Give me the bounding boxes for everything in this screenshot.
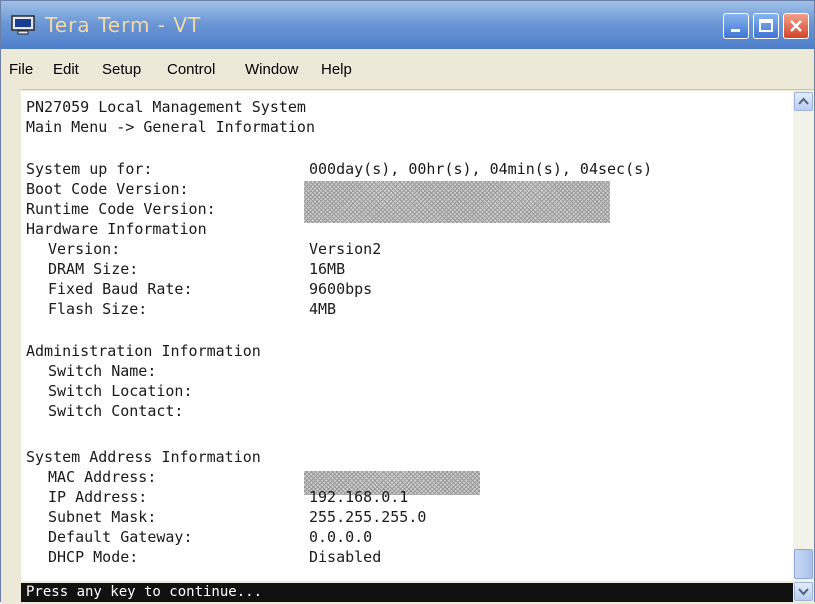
chevron-down-icon [798,588,809,596]
vertical-scrollbar[interactable] [793,91,814,602]
redacted-version-block [304,181,610,223]
minimize-icon [731,29,740,32]
scroll-down-button[interactable] [794,582,813,601]
dram-label: DRAM Size: [48,260,139,278]
menu-bar: File Edit Setup Control Window Help [1,49,814,90]
scroll-up-button[interactable] [794,92,813,111]
menu-edit[interactable]: Edit [53,61,79,78]
ip-address-label: IP Address: [48,488,148,506]
menu-setup[interactable]: Setup [102,61,141,78]
dhcp-mode-value: Disabled [309,548,382,566]
menu-file[interactable]: File [9,61,33,78]
menu-help[interactable]: Help [321,61,352,78]
title-bar[interactable]: Tera Term - VT [1,1,814,49]
window-frame-left [1,89,21,603]
hardware-heading: Hardware Information [26,220,207,238]
close-icon [790,20,802,32]
menu-control[interactable]: Control [167,61,215,78]
system-name: PN27059 Local Management System [26,98,306,116]
subnet-mask-value: 255.255.255.0 [309,508,427,526]
baud-rate-label: Fixed Baud Rate: [48,280,193,298]
default-gateway-label: Default Gateway: [48,528,193,546]
maximize-icon [759,19,773,32]
continue-prompt: Press any key to continue... [26,584,263,600]
runtime-code-label: Runtime Code Version: [26,200,216,218]
switch-location-label: Switch Location: [48,382,193,400]
dram-value: 16MB [309,260,346,278]
tera-term-window: Tera Term - VT File Edit Setup Control W… [0,0,815,603]
terminal-screen[interactable]: PN27059 Local Management System Main Men… [21,91,793,581]
close-button[interactable] [783,13,809,39]
switch-contact-label: Switch Contact: [48,402,184,420]
flash-size-value: 4MB [309,300,337,318]
baud-rate-value: 9600bps [309,280,373,298]
chevron-up-icon [798,97,809,105]
version-label: Version: [48,240,121,258]
default-gateway-value: 0.0.0.0 [309,528,373,546]
uptime-value: 000day(s), 00hr(s), 04min(s), 04sec(s) [309,160,653,178]
maximize-button[interactable] [753,13,779,39]
ip-address-value: 192.168.0.1 [309,488,409,506]
version-value: Version2 [309,240,382,258]
menu-window[interactable]: Window [245,61,298,78]
admin-heading: Administration Information [26,342,261,360]
minimize-button[interactable] [723,13,749,39]
boot-code-label: Boot Code Version: [26,180,189,198]
uptime-label: System up for: [26,160,153,178]
terminal-icon[interactable] [11,15,35,35]
scroll-thumb[interactable] [794,549,813,579]
mac-address-label: MAC Address: [48,468,157,486]
dhcp-mode-label: DHCP Mode: [48,548,139,566]
window-title: Tera Term - VT [45,13,202,37]
address-heading: System Address Information [26,448,261,466]
terminal-prompt-bar: Press any key to continue... [21,583,793,602]
flash-size-label: Flash Size: [48,300,148,318]
switch-name-label: Switch Name: [48,362,157,380]
subnet-mask-label: Subnet Mask: [48,508,157,526]
breadcrumb: Main Menu -> General Information [26,118,315,136]
